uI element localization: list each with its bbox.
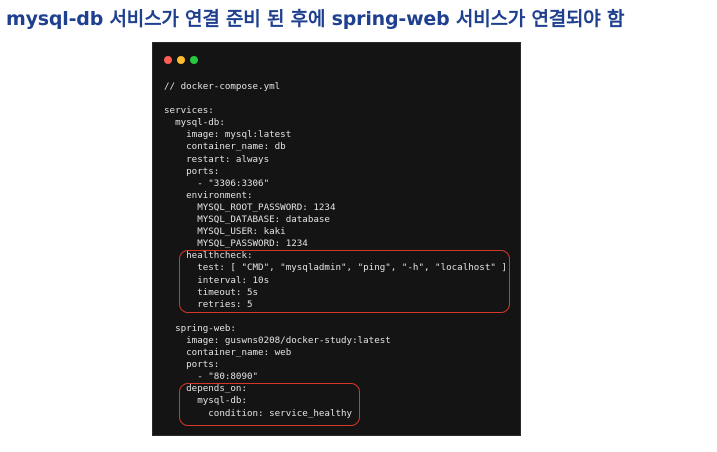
code-line: mysql-db: <box>164 117 225 129</box>
code-line: image: mysql:latest <box>164 129 292 141</box>
code-line: restart: always <box>164 153 270 165</box>
healthcheck-highlight <box>179 250 510 313</box>
code-line: - "80:8090" <box>164 371 259 383</box>
code-line: - "3306:3306" <box>164 177 270 189</box>
slide: mysql-db 서비스가 연결 준비 된 후에 spring-web 서비스가… <box>0 0 717 452</box>
code-line: container_name: web <box>164 347 292 359</box>
code-line: ports: <box>164 165 220 177</box>
code-line: MYSQL_USER: kaki <box>164 226 286 238</box>
code-line: ports: <box>164 359 220 371</box>
code-line: MYSQL_ROOT_PASSWORD: 1234 <box>164 201 336 213</box>
minimize-dot-icon <box>177 56 185 64</box>
close-dot-icon <box>164 56 172 64</box>
maximize-dot-icon <box>190 56 198 64</box>
code-line: image: guswns0208/docker-study:latest <box>164 334 391 346</box>
code-line: spring-web: <box>164 322 236 334</box>
window-controls <box>164 56 198 64</box>
code-line: container_name: db <box>164 141 286 153</box>
depends-on-highlight <box>179 383 360 426</box>
code-line: MYSQL_DATABASE: database <box>164 214 330 226</box>
code-window: // docker-compose.yml services: mysql-db:… <box>152 42 521 436</box>
code-line: services: <box>164 105 214 117</box>
slide-heading: mysql-db 서비스가 연결 준비 된 후에 spring-web 서비스가… <box>6 8 625 30</box>
code-line: MYSQL_PASSWORD: 1234 <box>164 238 308 250</box>
code-line: // docker-compose.yml <box>164 81 281 92</box>
code-line: environment: <box>164 189 253 201</box>
